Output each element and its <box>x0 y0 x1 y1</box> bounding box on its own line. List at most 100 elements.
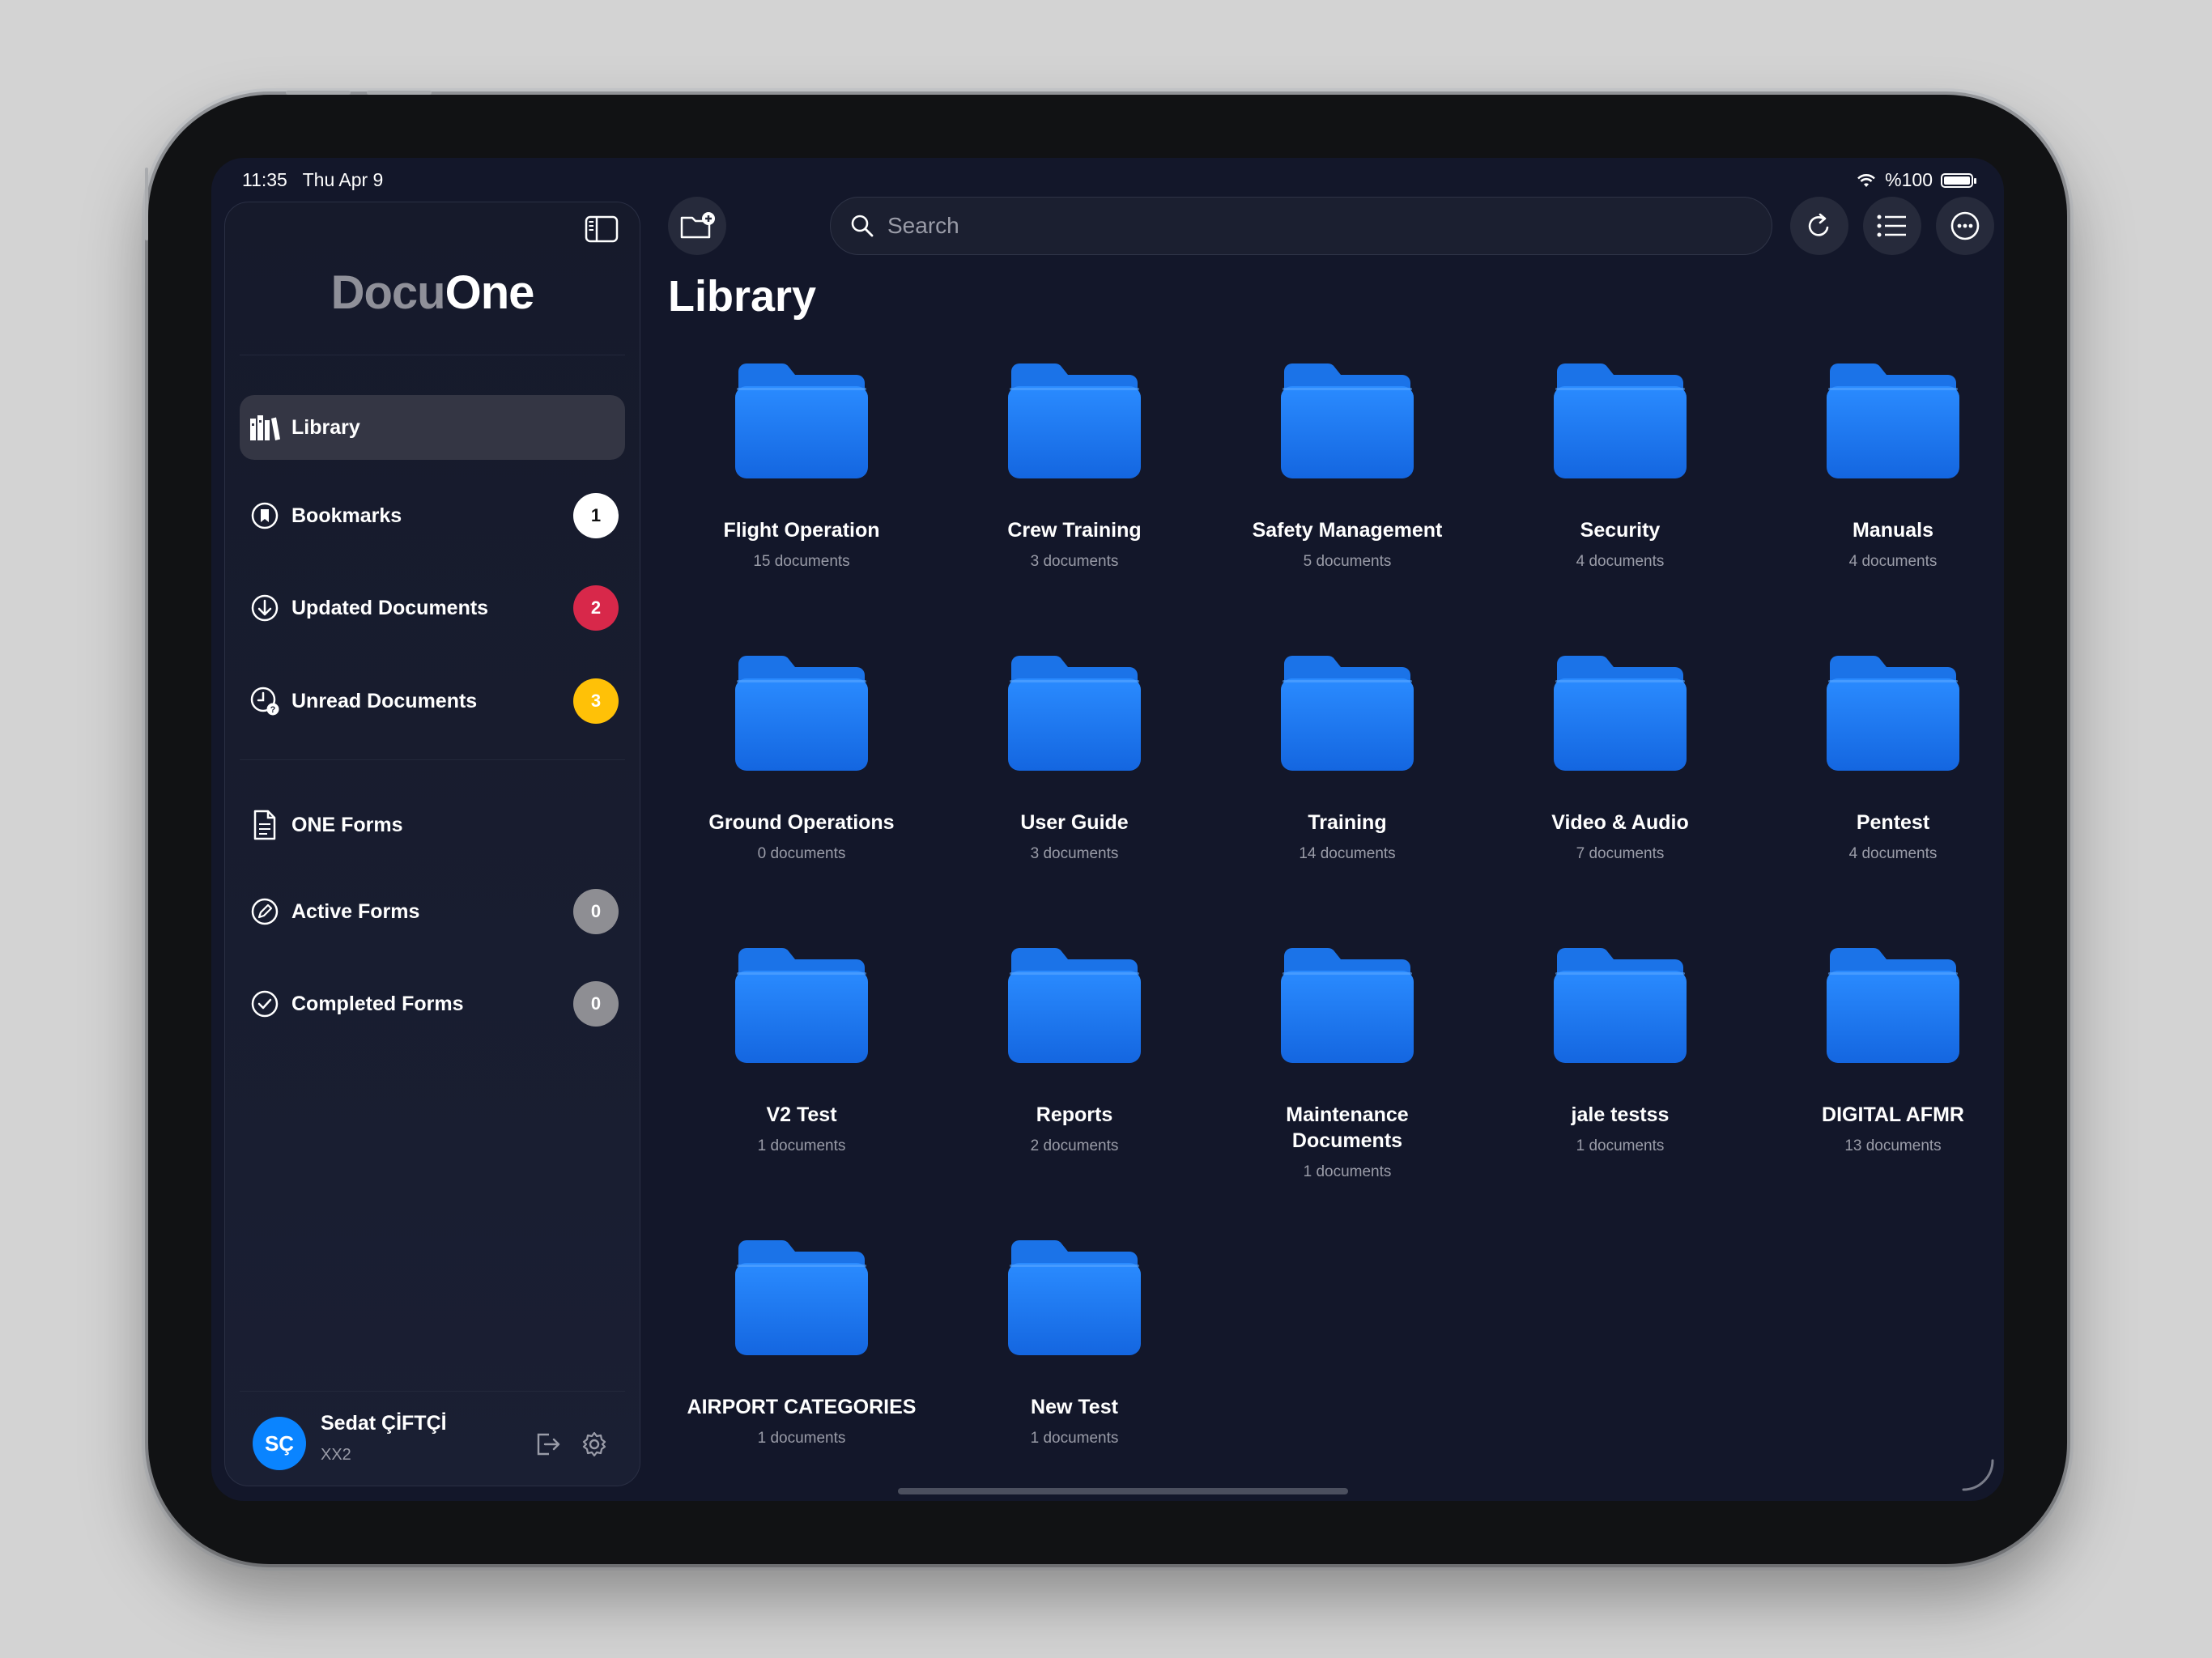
logout-icon[interactable] <box>533 1430 562 1459</box>
svg-text:?: ? <box>270 705 276 715</box>
updated-count-badge: 2 <box>573 585 619 631</box>
folder-name: Pentest <box>1856 811 1930 834</box>
active-forms-count-badge: 0 <box>573 889 619 934</box>
settings-gear-icon[interactable] <box>580 1430 609 1459</box>
folder-document-count: 1 documents <box>1576 1137 1665 1154</box>
clock-alert-icon: ? <box>249 686 280 716</box>
folder-item[interactable]: DIGITAL AFMR 13 documents <box>1759 945 2004 1155</box>
volume-button <box>367 91 432 95</box>
sidebar-item-label: Updated Documents <box>291 596 489 619</box>
folder-item[interactable]: Reports 2 documents <box>941 945 1208 1155</box>
folder-icon <box>1281 363 1414 478</box>
folder-document-count: 4 documents <box>1848 845 1938 862</box>
folder-icon <box>1281 948 1414 1063</box>
folder-item[interactable]: User Guide 3 documents <box>941 653 1208 863</box>
sidebar-item-label: Active Forms <box>291 899 420 923</box>
sidebar-item-unread-documents[interactable]: ? Unread Documents 3 <box>240 669 625 733</box>
sidebar-item-label: Completed Forms <box>291 992 464 1015</box>
check-circle-icon <box>249 988 280 1019</box>
folder-icon <box>1008 948 1141 1063</box>
folder-name: AIRPORT CATEGORIES <box>687 1396 917 1418</box>
sidebar-item-updated-documents[interactable]: Updated Documents 2 <box>240 576 625 640</box>
folder-document-count: 2 documents <box>1030 1137 1119 1154</box>
folder-name: jale testss <box>1571 1103 1670 1126</box>
folder-name: Training <box>1308 811 1387 834</box>
sidebar-item-completed-forms[interactable]: Completed Forms 0 <box>240 971 625 1036</box>
folder-item[interactable]: New Test 1 documents <box>941 1237 1208 1448</box>
sidebar-item-active-forms[interactable]: Active Forms 0 <box>240 879 625 944</box>
folder-item[interactable]: V2 Test 1 documents <box>668 945 935 1155</box>
folder-name: Manuals <box>1852 519 1934 542</box>
folder-icon <box>735 1240 868 1355</box>
status-time: 11:35 <box>242 169 287 190</box>
sidebar-item-library[interactable]: Library <box>240 395 625 460</box>
sidebar-item-one-forms[interactable]: ONE Forms <box>240 793 625 857</box>
folder-document-count: 1 documents <box>1030 1430 1119 1447</box>
search-bar[interactable] <box>830 197 1772 255</box>
status-right: %100 <box>1856 169 1976 191</box>
search-input[interactable] <box>886 212 1699 240</box>
folder-document-count: 1 documents <box>1303 1163 1392 1180</box>
sidebar-item-label: Bookmarks <box>291 504 402 527</box>
folder-document-count: 13 documents <box>1844 1137 1942 1154</box>
unread-count-badge: 3 <box>573 678 619 724</box>
new-folder-button[interactable] <box>668 197 726 255</box>
folder-document-count: 4 documents <box>1848 553 1938 570</box>
avatar[interactable]: SÇ <box>253 1417 306 1470</box>
bookmarks-count-badge: 1 <box>573 493 619 538</box>
screen: 11:35 Thu Apr 9 %100 DocuOne Library Boo… <box>211 158 2004 1501</box>
folder-document-count: 1 documents <box>757 1430 846 1447</box>
list-view-button[interactable] <box>1863 197 1921 255</box>
folder-icon <box>1554 948 1687 1063</box>
sidebar-item-label: Library <box>291 415 360 439</box>
folder-name: Video & Audio <box>1551 811 1689 834</box>
folder-item[interactable]: Crew Training 3 documents <box>941 360 1208 571</box>
folder-name: DIGITAL AFMR <box>1822 1103 1964 1126</box>
folder-document-count: 5 documents <box>1303 553 1392 570</box>
folder-icon <box>1281 656 1414 771</box>
folder-item[interactable]: Security 4 documents <box>1487 360 1754 571</box>
sidebar: DocuOne Library Bookmarks 1 Updated Docu… <box>224 202 640 1486</box>
sidebar-item-label: ONE Forms <box>291 813 403 836</box>
folder-icon <box>1827 363 1959 478</box>
status-bar: 11:35 Thu Apr 9 %100 <box>211 158 2004 197</box>
folder-item[interactable]: Pentest 4 documents <box>1759 653 2004 863</box>
folder-item[interactable]: Training 14 documents <box>1214 653 1481 863</box>
home-indicator <box>898 1488 1348 1494</box>
refresh-button[interactable] <box>1790 197 1848 255</box>
refresh-icon <box>1808 213 1829 236</box>
folder-item[interactable]: Video & Audio 7 documents <box>1487 653 1754 863</box>
folder-document-count: 3 documents <box>1030 845 1119 862</box>
divider <box>240 759 625 760</box>
folder-name: Crew Training <box>1007 519 1142 542</box>
logo-part1: Docu <box>330 266 446 319</box>
folder-icon <box>735 948 868 1063</box>
sidebar-toggle-icon[interactable] <box>585 215 619 243</box>
battery-icon <box>1941 172 1976 188</box>
user-profile: SÇ Sedat ÇİFTÇİ XX2 <box>253 1409 622 1473</box>
user-name: Sedat ÇİFTÇİ <box>321 1412 447 1435</box>
folder-item[interactable]: Flight Operation 15 documents <box>668 360 935 571</box>
folder-item[interactable]: Ground Operations 0 documents <box>668 653 935 863</box>
battery-fill <box>1944 176 1970 185</box>
folder-item[interactable]: Maintenance Documents 1 documents <box>1214 945 1481 1181</box>
page-title: Library <box>668 272 817 321</box>
logo-part2: One <box>445 266 535 319</box>
volume-button <box>286 91 351 95</box>
wifi-icon <box>1857 173 1876 187</box>
battery-percent: %100 <box>1885 169 1933 190</box>
side-button <box>145 168 148 240</box>
folder-item[interactable]: jale testss 1 documents <box>1487 945 1754 1155</box>
folder-item[interactable]: Safety Management 5 documents <box>1214 360 1481 571</box>
folder-item[interactable]: Manuals 4 documents <box>1759 360 2004 571</box>
folder-name: Reports <box>1036 1103 1113 1126</box>
folder-icon <box>1008 363 1141 478</box>
folder-name: Security <box>1580 519 1661 542</box>
sidebar-item-bookmarks[interactable]: Bookmarks 1 <box>240 483 625 548</box>
folder-name: User Guide <box>1020 811 1129 834</box>
folder-item[interactable]: AIRPORT CATEGORIES 1 documents <box>668 1237 935 1448</box>
user-subtitle: XX2 <box>321 1446 351 1464</box>
more-options-button[interactable] <box>1936 197 1994 255</box>
folder-name: Flight Operation <box>723 519 880 542</box>
folder-name: Safety Management <box>1252 519 1443 542</box>
